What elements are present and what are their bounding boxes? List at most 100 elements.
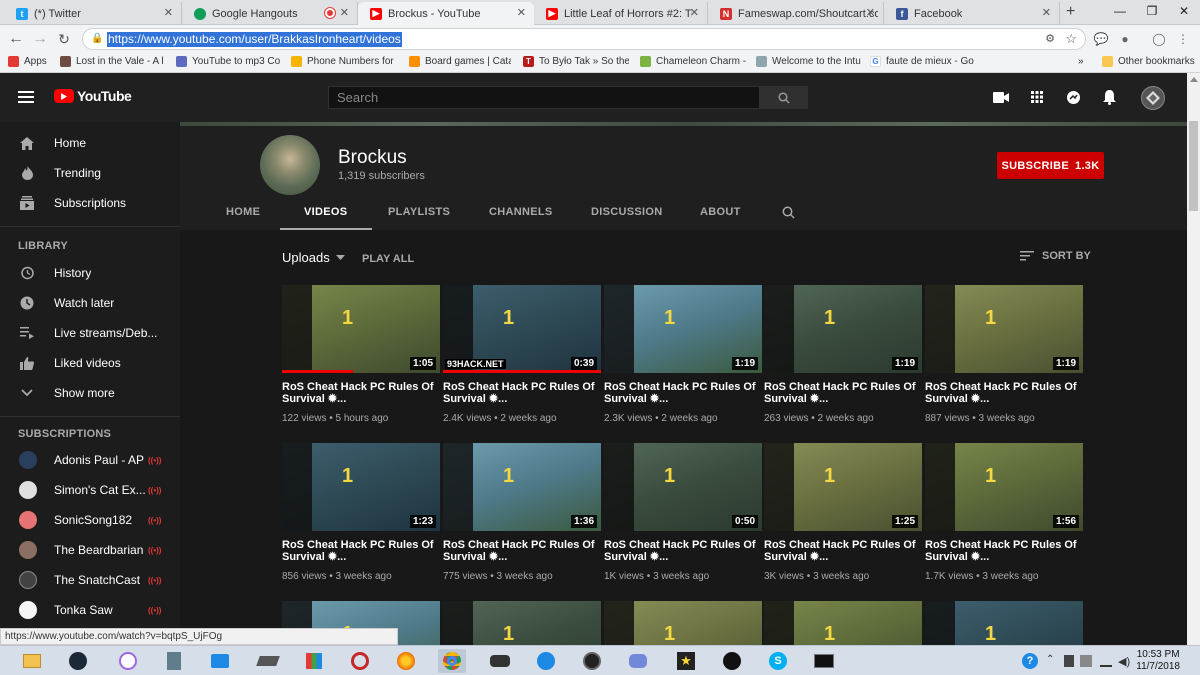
chrome-icon[interactable] (438, 649, 466, 673)
taskbar-clock[interactable]: 10:53 PM 11/7/2018 (1136, 649, 1180, 673)
video-thumbnail[interactable]: 1 1:23 (282, 443, 440, 531)
bookmark-to-bylo-tak[interactable]: T To Było Tak » So the (523, 56, 629, 67)
video-thumbnail[interactable]: 1 (604, 601, 762, 645)
tray-device-icon[interactable] (1064, 655, 1074, 667)
video-title[interactable]: RoS Cheat Hack PC Rules Of Survival ✹... (282, 381, 440, 405)
bookmark-star-icon[interactable]: ☆ (1065, 31, 1077, 47)
create-video-icon[interactable] (989, 85, 1013, 109)
sidebar-item-watch-later[interactable]: Watch later (0, 288, 180, 318)
video-thumbnail[interactable]: 1 1:05 (282, 285, 440, 373)
vr-headset-icon[interactable] (486, 649, 514, 673)
back-button[interactable]: ← (6, 29, 26, 49)
translate-icon[interactable]: ⚙ (1045, 32, 1055, 45)
obs-icon[interactable] (578, 649, 606, 673)
bookmark-other[interactable]: Other bookmarks (1102, 56, 1195, 67)
bookmark-lost-in-the-vale[interactable]: Lost in the Vale - A l (60, 56, 168, 67)
tab-facebook[interactable]: f Facebook ✕ (884, 2, 1060, 25)
restore-button[interactable]: ❐ (1136, 0, 1168, 22)
video-thumbnail[interactable]: 1 0:50 (604, 443, 762, 531)
bookmark-faute-de-mieux[interactable]: G faute de mieux - Goo (870, 56, 974, 67)
tab-channels[interactable]: CHANNELS (489, 206, 553, 218)
video-title[interactable]: RoS Cheat Hack PC Rules Of Survival ✹... (282, 539, 440, 563)
video-thumbnail[interactable]: 1 (764, 601, 922, 645)
close-icon[interactable]: ✕ (866, 6, 875, 19)
video-title[interactable]: RoS Cheat Hack PC Rules Of Survival ✹... (925, 381, 1083, 405)
profile-icon[interactable]: ◯ (1150, 30, 1168, 48)
drive-icon[interactable] (254, 649, 282, 673)
video-title[interactable]: RoS Cheat Hack PC Rules Of Survival ✹... (443, 539, 601, 563)
discord-icon[interactable] (624, 649, 652, 673)
sidebar-item-trending[interactable]: Trending (0, 158, 180, 188)
new-tab-button[interactable]: + (1066, 3, 1075, 21)
channel-avatar[interactable] (260, 135, 320, 195)
hamburger-menu-icon[interactable] (14, 85, 38, 109)
tray-chevron-up-icon[interactable]: ⌃ (1046, 654, 1054, 665)
sidebar-subscription-adonis-paul[interactable]: Adonis Paul - AP ((•)) (0, 445, 180, 475)
tab-brockus-youtube[interactable]: ▶ Brockus - YouTube ✕ (358, 2, 534, 25)
tab-fameswap[interactable]: N Fameswap.com/Shoutcart.com ✕ (708, 2, 884, 25)
video-title[interactable]: RoS Cheat Hack PC Rules Of Survival ✹... (764, 539, 922, 563)
tray-volume-icon[interactable]: ◀) (1118, 655, 1130, 668)
calculator-icon[interactable] (160, 649, 188, 673)
file-explorer-icon[interactable] (18, 649, 46, 673)
tab-twitter[interactable]: t (*) Twitter ✕ (4, 2, 182, 25)
chat-extension-icon[interactable]: 💬 (1092, 30, 1110, 48)
terminal-icon[interactable] (810, 649, 838, 673)
scroll-up-arrow-icon[interactable] (1190, 77, 1198, 82)
messages-icon[interactable] (1061, 85, 1085, 109)
obs-studio-icon[interactable] (718, 649, 746, 673)
video-thumbnail[interactable]: 1 1:19 (604, 285, 762, 373)
close-icon[interactable]: ✕ (340, 6, 349, 19)
url-text[interactable]: https://www.youtube.com/user/BrakkasIron… (107, 32, 402, 47)
steam-icon[interactable] (64, 649, 92, 673)
minimize-button[interactable]: — (1104, 0, 1136, 22)
sidebar-subscription-snatchcast[interactable]: The SnatchCast ((•)) (0, 565, 180, 595)
sidebar-item-home[interactable]: Home (0, 128, 180, 158)
waves-app-icon[interactable] (532, 649, 560, 673)
mail-app-icon[interactable] (206, 649, 234, 673)
bookmark-board-games[interactable]: Board games | Catan (409, 56, 511, 67)
uploads-dropdown[interactable]: Uploads (282, 250, 345, 265)
itunes-icon[interactable] (114, 649, 142, 673)
video-thumbnail[interactable]: 1 93HACK.NET 0:39 (443, 285, 601, 373)
sidebar-item-show-more[interactable]: Show more (0, 378, 180, 408)
video-thumbnail[interactable]: 1 1:19 (764, 285, 922, 373)
tray-battery-icon[interactable] (1080, 655, 1092, 667)
video-thumbnail[interactable]: 1 1:25 (764, 443, 922, 531)
play-all-button[interactable]: PLAY ALL (362, 253, 414, 265)
video-title[interactable]: RoS Cheat Hack PC Rules Of Survival ✹... (604, 381, 762, 405)
reload-button[interactable]: ↻ (54, 29, 74, 49)
tab-hangouts[interactable]: Google Hangouts ✕ (182, 2, 358, 25)
video-thumbnail[interactable]: 1 (925, 601, 1083, 645)
bookmark-chameleon-charm[interactable]: Chameleon Charm - (640, 56, 752, 67)
video-thumbnail[interactable]: 1 1:19 (925, 285, 1083, 373)
video-title[interactable]: RoS Cheat Hack PC Rules Of Survival ✹... (604, 539, 762, 563)
scrollbar-thumb[interactable] (1189, 121, 1198, 211)
sidebar-item-liked-videos[interactable]: Liked videos (0, 348, 180, 378)
sort-by-button[interactable]: SORT BY (1020, 250, 1091, 262)
sidebar-item-live-streams[interactable]: Live streams/Deb... (0, 318, 180, 348)
tab-home[interactable]: HOME (226, 206, 260, 218)
close-window-button[interactable]: ✕ (1168, 0, 1200, 22)
bookmarks-overflow-icon[interactable]: » (1078, 56, 1084, 67)
video-title[interactable]: RoS Cheat Hack PC Rules Of Survival ✹... (925, 539, 1083, 563)
close-icon[interactable]: ✕ (164, 6, 173, 19)
subscribe-button[interactable]: SUBSCRIBE 1.3K (997, 152, 1104, 179)
sidebar-subscription-beardbarian[interactable]: The Beardbarian ((•)) (0, 535, 180, 565)
omnibox[interactable]: 🔒 https://www.youtube.com/user/BrakkasIr… (82, 28, 1086, 50)
store-grid-icon[interactable] (300, 649, 328, 673)
tab-about[interactable]: ABOUT (700, 206, 741, 218)
skype-icon[interactable]: S (764, 649, 792, 673)
no-entry-icon[interactable] (346, 649, 374, 673)
close-icon[interactable]: ✕ (517, 6, 526, 19)
video-title[interactable]: RoS Cheat Hack PC Rules Of Survival ✹... (443, 381, 601, 405)
tab-videos[interactable]: VIDEOS (304, 206, 347, 218)
apps-grid-icon[interactable] (1025, 85, 1049, 109)
sidebar-subscription-simons-cat[interactable]: Simon's Cat Ex... ((•)) (0, 475, 180, 505)
bookmark-youtube-mp3[interactable]: YouTube to mp3 Con (176, 56, 280, 67)
bookmark-apps[interactable]: Apps (8, 56, 47, 67)
bookmark-phone-numbers[interactable]: Phone Numbers for I (291, 56, 395, 67)
video-thumbnail[interactable]: 1 1:56 (925, 443, 1083, 531)
sidebar-subscription-tonka-saw[interactable]: Tonka Saw ((•)) (0, 595, 180, 625)
firefox-icon[interactable] (392, 649, 420, 673)
